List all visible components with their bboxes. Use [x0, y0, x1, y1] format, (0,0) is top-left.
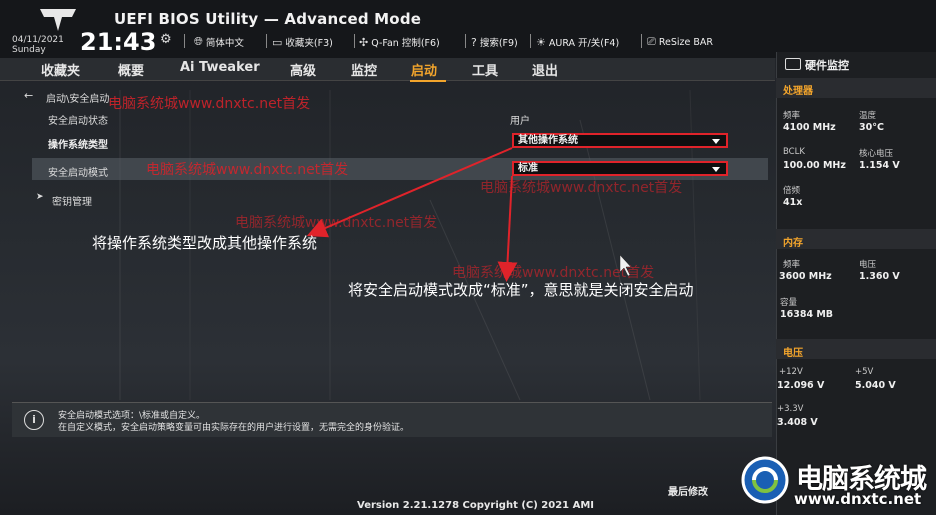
- v33-label: +3.3V: [777, 404, 804, 414]
- v5-value: 5.040 V: [855, 380, 896, 391]
- info-icon: i: [24, 410, 44, 430]
- help-text-line2: 在自定义模式，安全启动策略变量可由实际存在的用户进行设置，无需完全的身份验证。: [58, 423, 410, 433]
- hw-monitor-title: 硬件监控: [805, 59, 849, 72]
- cpu-temp-label: 温度: [859, 111, 877, 121]
- ratio-label: 倍频: [783, 186, 801, 196]
- monitor-icon: [785, 58, 801, 70]
- core-voltage-value: 1.154 V: [859, 160, 900, 171]
- v12-value: 12.096 V: [777, 380, 825, 391]
- cpu-section-label: 处理器: [783, 86, 813, 97]
- mem-capacity-label: 容量: [780, 298, 798, 308]
- core-voltage-label: 核心电压: [859, 149, 894, 159]
- v12-label: +12V: [779, 367, 803, 377]
- cpu-freq-value: 4100 MHz: [783, 122, 836, 133]
- mem-capacity-value: 16384 MB: [780, 309, 834, 320]
- brand-url: www.dnxtc.net: [794, 490, 922, 508]
- annotation-secure-boot: 将安全启动模式改成“标准”，意思就是关闭安全启动: [348, 281, 694, 299]
- mem-freq-value: 3600 MHz: [779, 271, 832, 282]
- ratio-value: 41x: [783, 197, 803, 208]
- cpu-temp-value: 30°C: [859, 122, 884, 133]
- memory-section-label: 内存: [783, 238, 803, 249]
- bclk-label: BCLK: [783, 147, 805, 157]
- mem-volt-label: 电压: [859, 260, 877, 270]
- cpu-freq-label: 频率: [783, 111, 801, 121]
- annotation-os-type: 将操作系统类型改成其他操作系统: [92, 234, 318, 252]
- v5-label: +5V: [855, 367, 874, 377]
- mem-freq-label: 频率: [783, 260, 801, 270]
- mem-volt-value: 1.360 V: [859, 271, 900, 282]
- last-modified-button[interactable]: 最后修改: [668, 483, 708, 498]
- bclk-value: 100.00 MHz: [783, 160, 846, 171]
- annotation-arrows: [306, 147, 632, 282]
- v33-value: 3.408 V: [777, 417, 818, 428]
- brand-logo-icon: [741, 456, 789, 504]
- voltage-section-label: 电压: [783, 348, 803, 359]
- version-text: Version 2.21.1278 Copyright (C) 2021 AMI: [357, 500, 595, 511]
